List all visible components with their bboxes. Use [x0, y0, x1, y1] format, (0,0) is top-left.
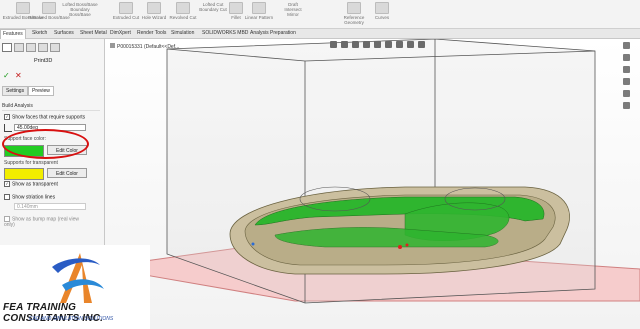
show-support-checkbox[interactable]: ✓ [4, 114, 10, 120]
hole-icon [147, 2, 161, 14]
show-support-row[interactable]: ✓ Show faces that require supports [4, 114, 85, 120]
logo-mark-icon [52, 253, 104, 303]
file-explorer-icon[interactable] [623, 66, 630, 73]
tab-sheet-metal[interactable]: Sheet Metal [78, 29, 109, 38]
bump-map-checkbox[interactable] [4, 216, 10, 222]
configuration-manager-icon[interactable] [26, 43, 36, 52]
bump-map-row[interactable]: Show as bump map (real view only) [4, 216, 84, 228]
graphics-area[interactable] [105, 39, 640, 329]
striation-value-input[interactable]: 0.140mm [14, 203, 86, 210]
custom-properties-icon[interactable] [623, 102, 630, 109]
zoom-area-icon[interactable] [341, 41, 348, 48]
cancel-button[interactable]: ✕ [15, 71, 22, 80]
tab-features[interactable]: Features [0, 29, 26, 39]
feature-tree-flyout[interactable]: P00015331 (Default<<Def... [110, 43, 179, 50]
pattern-icon [252, 2, 266, 14]
highlight-circle [2, 129, 89, 159]
section-divider [2, 110, 100, 111]
ribbon-lofted-boss[interactable]: Lofted Boss/Base Boundary Boss/Base [60, 2, 100, 17]
tab-surfaces[interactable]: Surfaces [52, 29, 76, 38]
heads-up-toolbar [330, 41, 450, 50]
previous-view-icon[interactable] [352, 41, 359, 48]
tab-dimxpert[interactable]: DimXpert [108, 29, 133, 38]
section-view-icon[interactable] [363, 41, 370, 48]
subtab-settings[interactable]: Settings [2, 86, 29, 96]
design-library-icon[interactable] [623, 54, 630, 61]
apply-scene-icon[interactable] [418, 41, 425, 48]
resources-icon[interactable] [623, 42, 630, 49]
command-tabs: Features Sketch Surfaces Sheet Metal Dim… [0, 29, 640, 39]
view-orientation-icon[interactable] [374, 41, 381, 48]
display-style-icon[interactable] [385, 41, 392, 48]
dimxpert-icon[interactable] [38, 43, 48, 52]
reference-geometry-icon [347, 2, 361, 14]
tab-sketch[interactable]: Sketch [30, 29, 49, 38]
model-view[interactable] [105, 39, 640, 329]
ok-cancel: ✓ ✕ [3, 71, 22, 80]
panel-title: Print3D [34, 58, 53, 64]
edit-appearance-icon[interactable] [407, 41, 414, 48]
tab-simulation[interactable]: Simulation [169, 29, 196, 38]
section-build-analysis[interactable]: Build Analysis [2, 103, 33, 109]
hide-show-icon[interactable] [396, 41, 403, 48]
angle-icon [4, 124, 12, 132]
supports-color-swatch[interactable] [4, 168, 44, 180]
revolve-icon [42, 2, 56, 14]
feature-tree-icon[interactable] [2, 43, 12, 52]
ribbon-curves[interactable]: Curves [368, 2, 396, 20]
subtab-preview[interactable]: Preview [28, 86, 54, 96]
tab-render-tools[interactable]: Render Tools [135, 29, 168, 38]
view-palette-icon[interactable] [623, 78, 630, 85]
ribbon-draft[interactable]: Draft Intersect Mirror [270, 2, 316, 17]
ok-button[interactable]: ✓ [3, 71, 10, 80]
tab-analysis-preparation[interactable]: Analysis Preparation [248, 29, 298, 38]
property-manager-icon[interactable] [14, 43, 24, 52]
show-striation-checkbox[interactable] [4, 194, 10, 200]
fillet-icon [229, 2, 243, 14]
curves-icon [375, 2, 389, 14]
panel-subtabs: Settings Preview [2, 86, 54, 96]
part-icon [110, 43, 115, 48]
tab-solidworks-mbd[interactable]: SOLIDWORKS MBD [200, 29, 250, 38]
cut-icon [119, 2, 133, 14]
show-transparent-row[interactable]: ✓ Show as transparent [4, 181, 58, 187]
show-transparent-checkbox[interactable]: ✓ [4, 181, 10, 187]
task-pane-tabs [623, 42, 633, 114]
manager-tabs [2, 43, 62, 52]
supports-color-label: Supports for transparent [4, 160, 58, 166]
revolve-cut-icon [176, 2, 190, 14]
logo-tagline: CAD AND SIMULATION SOLUTIONS [29, 316, 114, 322]
appearances-icon[interactable] [623, 90, 630, 97]
command-ribbon: Extruded Boss/Base Revolved Boss/Base Lo… [0, 0, 640, 29]
show-striation-row[interactable]: Show striation lines [4, 194, 55, 200]
appearance-icon[interactable] [50, 43, 60, 52]
edit-color-button-2[interactable]: Edit Color [47, 168, 87, 178]
company-logo: FEA TRAINING CONSULTANTS INC. CAD AND SI… [0, 245, 150, 329]
zoom-fit-icon[interactable] [330, 41, 337, 48]
